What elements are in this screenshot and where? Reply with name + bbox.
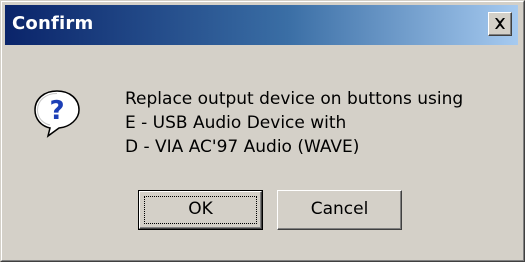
close-button[interactable] <box>488 12 512 36</box>
svg-text:?: ? <box>49 96 64 126</box>
message-line: Replace output device on buttons using <box>125 89 464 109</box>
ok-button[interactable]: OK <box>138 190 263 230</box>
message-line: E - USB Audio Device with <box>125 113 347 133</box>
title-bar[interactable]: Confirm <box>5 5 518 45</box>
window-title: Confirm <box>12 13 94 34</box>
question-icon: ? <box>34 90 80 138</box>
close-x-icon <box>495 18 505 29</box>
cancel-button-label: Cancel <box>310 199 369 219</box>
dialog-frame: Confirm ? Replace output device on butto… <box>1 1 524 261</box>
ok-button-label: OK <box>188 199 213 219</box>
message-line: D - VIA AC'97 Audio (WAVE) <box>125 137 360 157</box>
cancel-button[interactable]: Cancel <box>277 190 402 230</box>
dialog-message: Replace output device on buttons using E… <box>125 87 463 159</box>
confirm-dialog: Confirm ? Replace output device on butto… <box>0 0 525 262</box>
